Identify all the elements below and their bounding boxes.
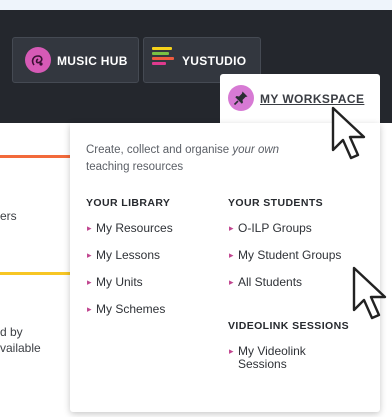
- mouse-pointer-icon: [331, 106, 366, 160]
- intro-text-part1: Create, collect and organise: [86, 144, 233, 156]
- tab-music-hub[interactable]: MUSIC HUB: [12, 37, 139, 83]
- menu-item-my-lessons[interactable]: ▸ My Lessons: [87, 248, 161, 262]
- intro-text-part2: teaching resources: [86, 161, 184, 173]
- background-text-fragment: ers: [0, 209, 17, 223]
- mouse-pointer-icon-2: [352, 266, 387, 320]
- menu-item-label: My Lessons: [96, 248, 161, 262]
- tab-yustudio-label: YUSTUDIO: [182, 54, 247, 68]
- library-heading: YOUR LIBRARY: [86, 197, 171, 209]
- menu-item-my-schemes[interactable]: ▸ My Schemes: [87, 302, 166, 316]
- menu-item-label-line-1: My Videolink: [238, 344, 306, 358]
- menu-item-label: O-ILP Groups: [238, 221, 312, 235]
- pin-icon: [228, 85, 254, 111]
- menu-item-label: My Resources: [96, 221, 173, 235]
- menu-item-label: My Units: [96, 275, 143, 289]
- menu-item-o-ilp-groups[interactable]: ▸ O-ILP Groups: [229, 221, 312, 235]
- menu-item-all-students[interactable]: ▸ All Students: [229, 275, 303, 289]
- tab-my-workspace-label: MY WORKSPACE: [260, 92, 365, 106]
- orange-divider: [0, 155, 70, 158]
- yellow-divider: [0, 272, 70, 275]
- arrow-right-icon: ▸: [229, 250, 234, 260]
- dropdown-intro-text: Create, collect and organise your own te…: [86, 142, 336, 176]
- menu-item-label: My Schemes: [96, 302, 166, 316]
- background-text-fragment-2: d by vailable: [0, 324, 41, 356]
- background-text-line-1: d by: [0, 325, 23, 339]
- arrow-right-icon: ▸: [87, 250, 92, 260]
- arrow-right-icon: ▸: [229, 346, 234, 356]
- students-heading: YOUR STUDENTS: [228, 197, 324, 209]
- menu-item-my-student-groups[interactable]: ▸ My Student Groups: [229, 248, 342, 262]
- menu-item-my-videolink-sessions[interactable]: ▸ My Videolink Sessions: [229, 344, 306, 371]
- intro-text-italic: your own: [232, 144, 280, 156]
- menu-item-label: All Students: [238, 275, 303, 289]
- arrow-right-icon: ▸: [229, 277, 234, 287]
- yustudio-icon: [152, 47, 175, 69]
- music-hub-icon: [25, 47, 51, 73]
- arrow-right-icon: ▸: [87, 277, 92, 287]
- background-text-line-2: vailable: [0, 341, 41, 355]
- menu-item-label: My Student Groups: [238, 248, 342, 262]
- videolink-heading: VIDEOLINK SESSIONS: [228, 320, 349, 332]
- menu-item-my-resources[interactable]: ▸ My Resources: [87, 221, 173, 235]
- arrow-right-icon: ▸: [87, 223, 92, 233]
- workspace-dropdown-menu: Create, collect and organise your own te…: [70, 123, 380, 412]
- arrow-right-icon: ▸: [87, 304, 92, 314]
- menu-item-my-units[interactable]: ▸ My Units: [87, 275, 143, 289]
- tab-music-hub-label: MUSIC HUB: [57, 54, 128, 68]
- menu-item-label-line-2: Sessions: [238, 357, 287, 371]
- arrow-right-icon: ▸: [229, 223, 234, 233]
